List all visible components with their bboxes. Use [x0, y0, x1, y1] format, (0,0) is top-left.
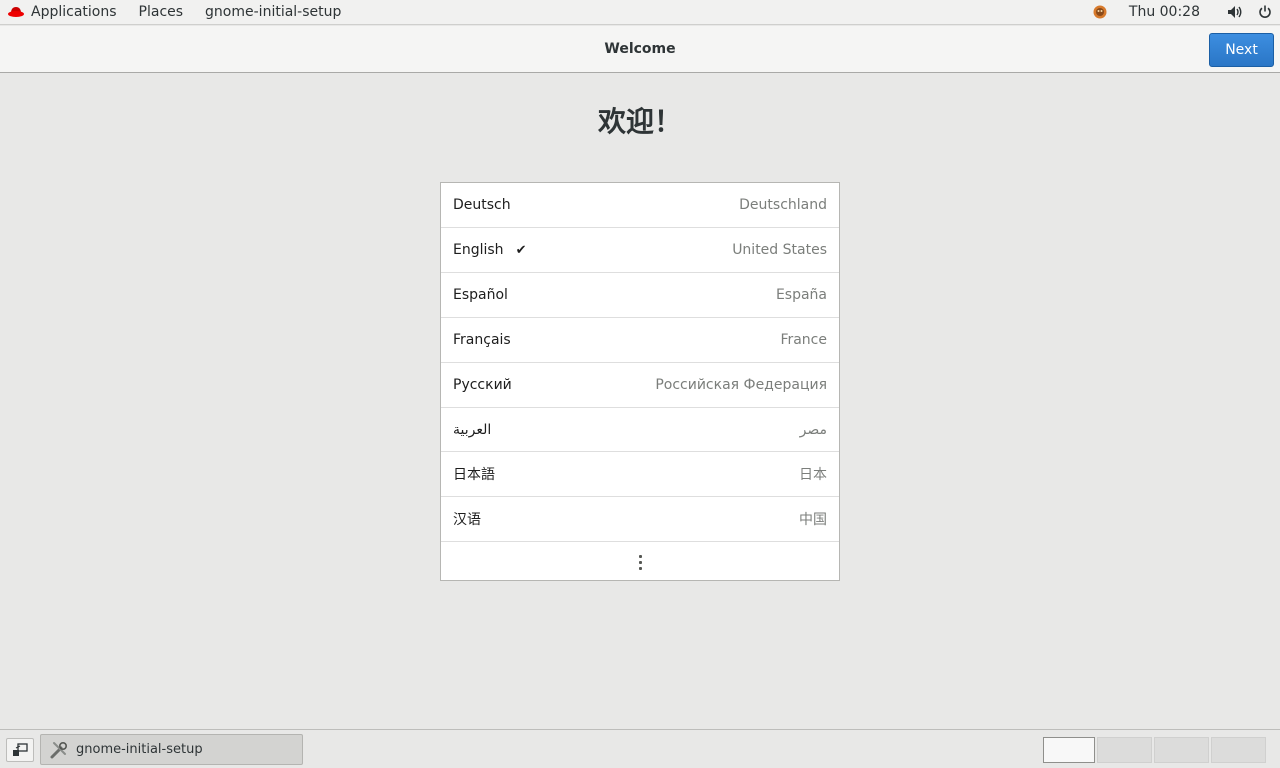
applications-menu[interactable]: Applications [0, 0, 128, 25]
language-region: España [775, 287, 827, 303]
more-languages-button[interactable] [441, 542, 839, 582]
language-name: Español [453, 287, 508, 303]
language-name: 日本語 [453, 467, 495, 483]
checkmark-icon: ✔ [515, 242, 527, 258]
show-desktop-icon [13, 743, 28, 756]
app-menu-label: gnome-initial-setup [205, 4, 342, 20]
redhat-icon [8, 7, 24, 17]
show-desktop-button[interactable] [6, 738, 34, 762]
language-region: United States [732, 242, 827, 258]
places-label: Places [138, 4, 184, 20]
language-list: Deutsch Deutschland English ✔ United Sta… [440, 182, 840, 581]
welcome-heading: 欢迎！ [597, 105, 682, 138]
clock[interactable]: Thu 00:28 [1115, 4, 1220, 20]
language-region: 日本 [799, 467, 827, 483]
language-name: Français [453, 332, 511, 348]
language-name: 汉语 [453, 512, 481, 528]
language-row-chinese[interactable]: 汉语 中国 [441, 497, 839, 542]
page-title: Welcome [604, 41, 676, 57]
user-avatar-icon[interactable] [1085, 5, 1115, 19]
language-row-deutsch[interactable]: Deutsch Deutschland [441, 183, 839, 228]
workspace-4[interactable] [1211, 737, 1266, 763]
places-menu[interactable]: Places [128, 0, 195, 25]
language-row-arabic[interactable]: العربية مصر [441, 408, 839, 452]
language-name: العربية [453, 421, 492, 438]
language-name: English [453, 242, 504, 258]
language-row-japanese[interactable]: 日本語 日本 [441, 452, 839, 497]
more-vertical-icon [638, 554, 642, 570]
app-menu[interactable]: gnome-initial-setup [194, 0, 352, 25]
workspace-1[interactable] [1043, 737, 1095, 763]
workspace-2[interactable] [1097, 737, 1152, 763]
language-row-english[interactable]: English ✔ United States [441, 228, 839, 273]
language-row-francais[interactable]: Français France [441, 318, 839, 363]
next-button[interactable]: Next [1209, 33, 1274, 67]
language-row-russian[interactable]: Русский Российская Федерация [441, 363, 839, 408]
power-icon[interactable] [1250, 5, 1280, 19]
language-region: Российская Федерация [655, 377, 827, 393]
language-region: مصر [799, 421, 827, 438]
volume-icon[interactable] [1220, 5, 1250, 19]
top-panel: Applications Places gnome-initial-setup … [0, 0, 1280, 25]
header-bar: Welcome Next [0, 26, 1280, 73]
taskbar-item-label: gnome-initial-setup [76, 742, 203, 757]
language-region: France [780, 332, 827, 348]
taskbar-item[interactable]: gnome-initial-setup [40, 734, 303, 765]
language-region: 中国 [799, 512, 827, 528]
workspace-3[interactable] [1154, 737, 1209, 763]
language-name: Deutsch [453, 197, 511, 213]
bottom-panel: gnome-initial-setup [0, 729, 1280, 768]
language-name: Русский [453, 377, 512, 393]
workspace-switcher [1043, 737, 1266, 763]
applications-label: Applications [31, 4, 117, 20]
language-region: Deutschland [739, 197, 827, 213]
setup-tools-icon [50, 741, 68, 758]
language-row-espanol[interactable]: Español España [441, 273, 839, 318]
